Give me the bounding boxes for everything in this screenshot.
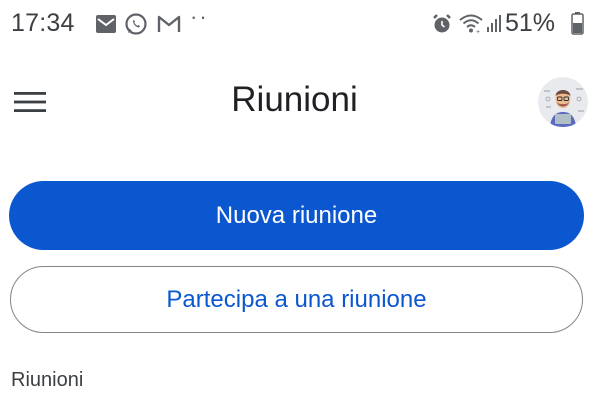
svg-text:+: + bbox=[476, 29, 480, 34]
join-meeting-button[interactable]: Partecipa a una riunione bbox=[10, 266, 583, 333]
avatar[interactable] bbox=[538, 77, 588, 127]
meetings-section-heading: Riunioni bbox=[11, 369, 84, 391]
new-meeting-label: Nuova riunione bbox=[215, 201, 378, 229]
status-time: 17:34 bbox=[11, 9, 75, 37]
status-bar: 17:34 ·· + 51% bbox=[0, 0, 589, 52]
wifi-icon: + bbox=[459, 14, 483, 34]
battery-percent: 51% bbox=[505, 9, 556, 37]
battery-icon bbox=[571, 12, 584, 35]
app-bar: Riunioni bbox=[0, 62, 589, 142]
alarm-icon bbox=[433, 14, 451, 33]
gmail-icon bbox=[157, 15, 181, 32]
signal-icon bbox=[487, 15, 501, 32]
join-meeting-label: Partecipa a una riunione bbox=[166, 285, 427, 313]
whatsapp-icon bbox=[125, 13, 147, 35]
mail-icon bbox=[96, 15, 116, 33]
page-title: Riunioni bbox=[231, 80, 358, 119]
new-meeting-button[interactable]: Nuova riunione bbox=[9, 181, 584, 250]
more-notifications-indicator: ·· bbox=[190, 4, 209, 29]
user-avatar-icon bbox=[538, 77, 588, 127]
